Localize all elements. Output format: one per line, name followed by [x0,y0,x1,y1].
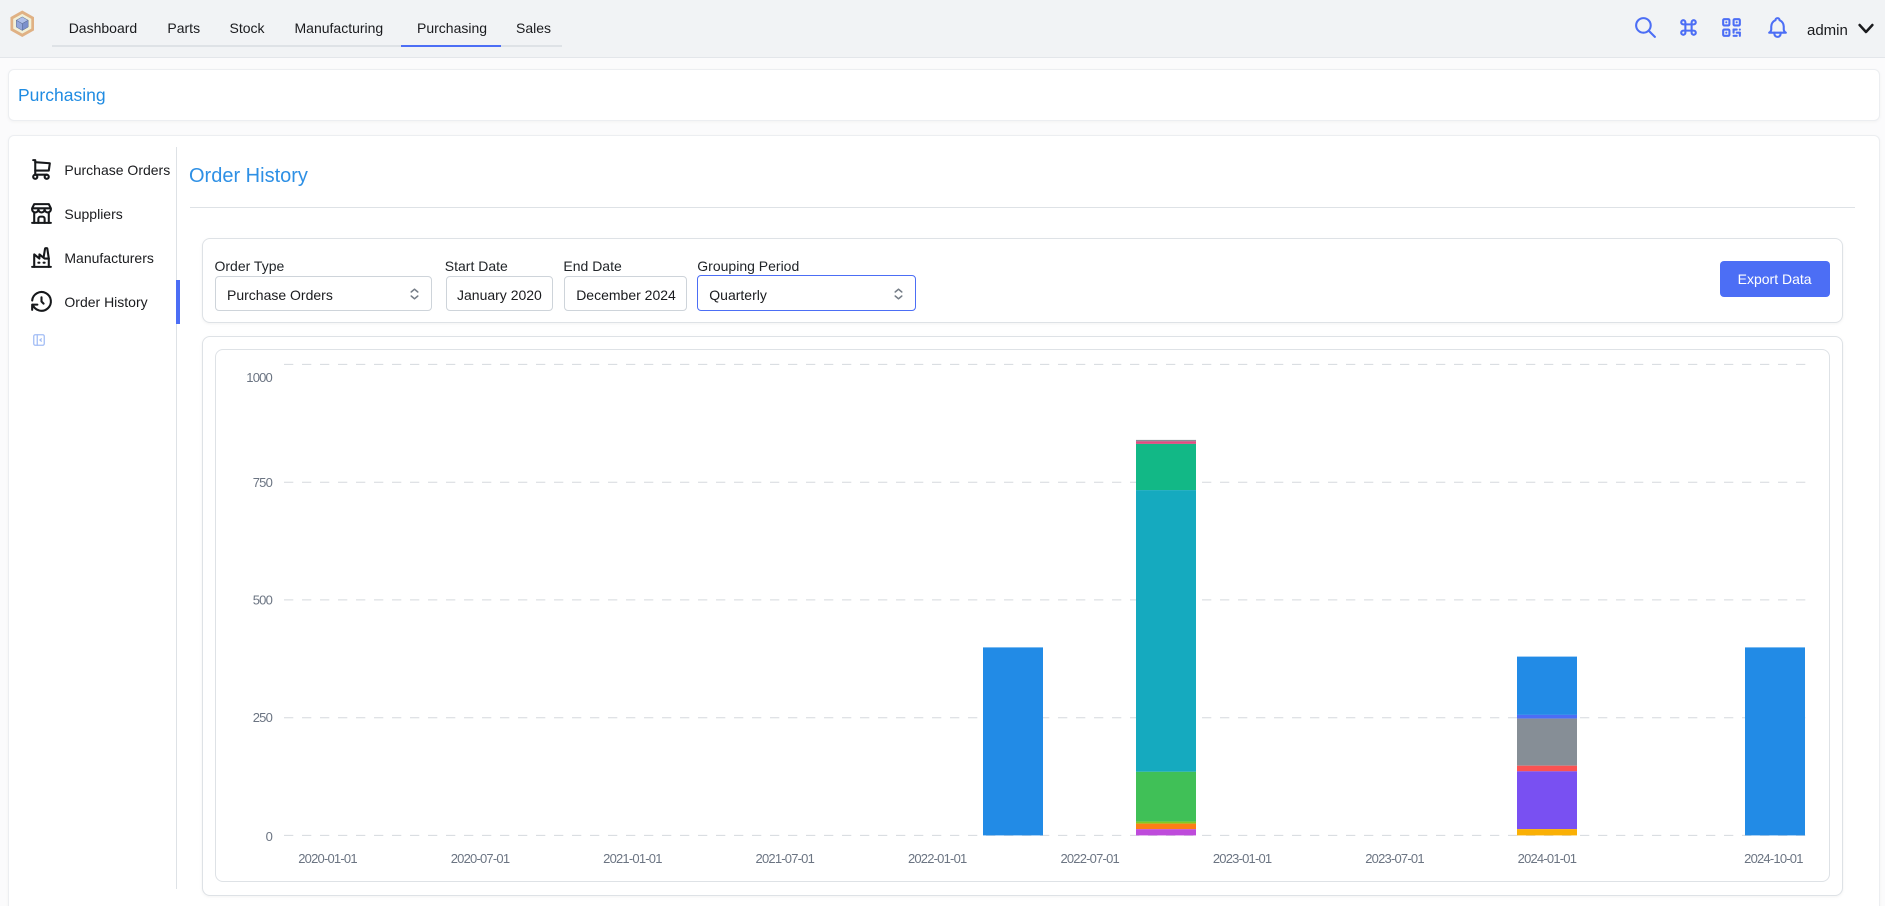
svg-text:500: 500 [253,592,273,607]
svg-text:2023-07-01: 2023-07-01 [1365,851,1424,866]
svg-text:750: 750 [253,475,273,490]
svg-text:0: 0 [266,829,273,844]
svg-text:2024-10-01: 2024-10-01 [1744,851,1803,866]
svg-text:2024-01-01: 2024-01-01 [1518,851,1577,866]
svg-text:2021-07-01: 2021-07-01 [756,851,815,866]
svg-text:2023-01-01: 2023-01-01 [1213,851,1272,866]
svg-text:2022-01-01: 2022-01-01 [908,851,967,866]
svg-text:1000: 1000 [246,370,272,385]
svg-text:250: 250 [253,710,273,725]
svg-text:2020-01-01: 2020-01-01 [298,851,357,866]
svg-text:2020-07-01: 2020-07-01 [451,851,510,866]
svg-text:2022-07-01: 2022-07-01 [1060,851,1119,866]
svg-text:2021-01-01: 2021-01-01 [603,851,662,866]
